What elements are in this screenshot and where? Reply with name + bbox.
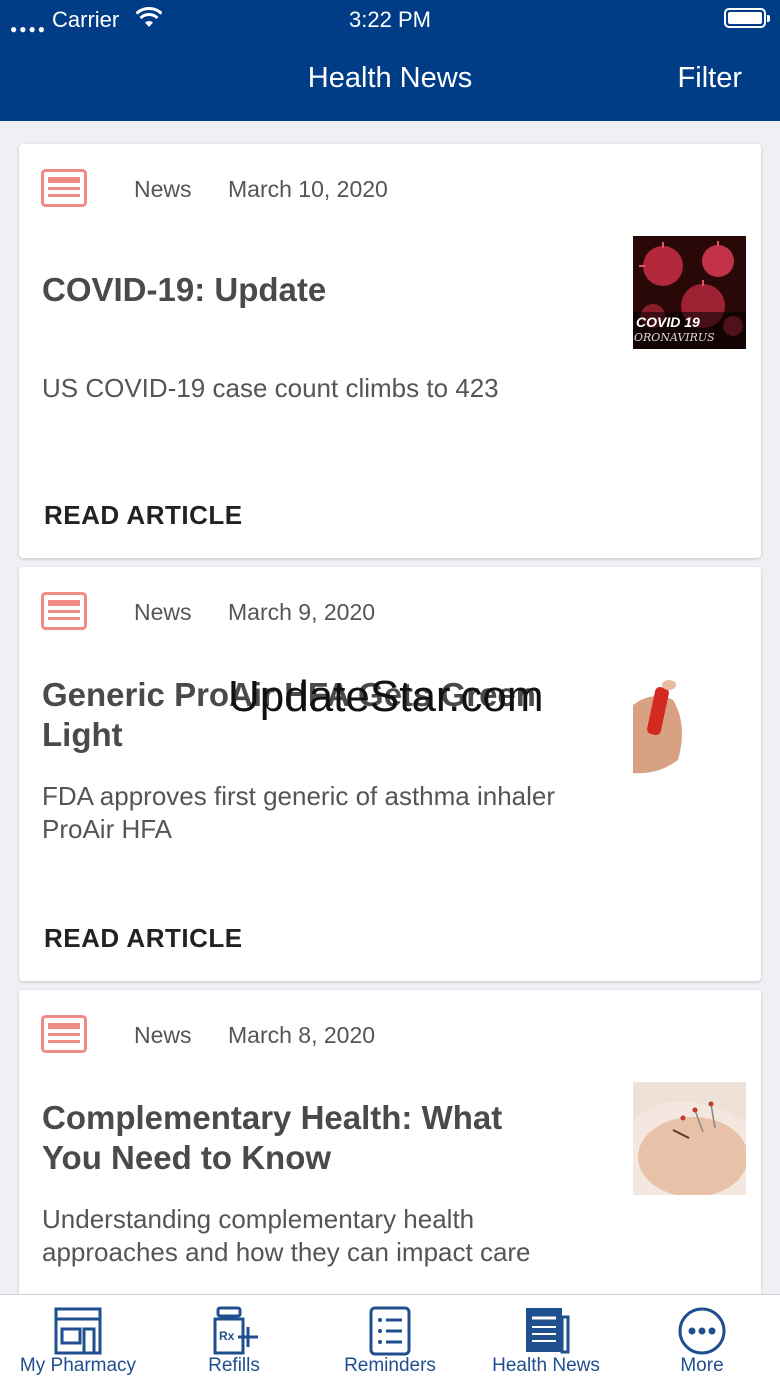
newspaper-icon [41,169,87,207]
tab-health-news[interactable]: Health News [468,1295,624,1387]
article-description: Understanding complementary health appro… [42,1204,531,1267]
article-thumbnail-inhaler [633,665,746,778]
tab-label: My Pharmacy [19,1355,137,1376]
article-card[interactable]: News March 8, 2020 Complementary Health:… [19,990,761,1320]
tab-reminders[interactable]: Reminders [312,1295,468,1387]
article-card[interactable]: News March 9, 2020 Generic ProAir HFA Ge… [19,567,761,981]
battery-icon [724,8,770,28]
status-bar: ●●●● Carrier 3:22 PM [0,0,780,40]
tab-more[interactable]: More [624,1295,780,1387]
nav-header: ●●●● Carrier 3:22 PM Health News Filter [0,0,780,121]
tab-label: More [680,1355,724,1376]
read-article-button[interactable]: READ ARTICLE [44,500,243,531]
tab-bar: My Pharmacy Rx Refills Reminders Health … [0,1294,780,1387]
more-icon [678,1307,726,1355]
read-article-button[interactable]: READ ARTICLE [44,923,243,954]
article-category: News [134,1022,192,1048]
newspaper-icon [41,1015,87,1053]
svg-text:Rx: Rx [219,1329,235,1343]
thumb-caption-sub: ORONAVIRUS [634,331,715,344]
tab-label: Reminders [344,1355,436,1376]
article-category: News [134,599,192,625]
article-date: March 9, 2020 [228,599,376,625]
article-thumbnail-acupuncture [633,1082,746,1195]
article-title: Complementary Health: What You Need to K… [42,1099,503,1176]
newspaper-icon [41,592,87,630]
pharmacy-icon [54,1307,102,1355]
article-description: FDA approves first generic of asthma inh… [42,781,556,844]
article-date: March 8, 2020 [228,1022,376,1048]
rx-refill-icon: Rx [213,1306,258,1355]
page-title: Health News [307,62,473,94]
tab-label: Refills [208,1355,260,1376]
article-description: US COVID-19 case count climbs to 423 [42,373,499,403]
tab-my-pharmacy[interactable]: My Pharmacy [0,1295,156,1387]
article-date: March 10, 2020 [228,176,388,202]
filter-button[interactable]: Filter [678,62,742,95]
article-thumbnail-covid: COVID 19 ORONAVIRUS [633,236,746,349]
newspaper-icon [526,1308,570,1354]
clock: 3:22 PM [349,7,431,32]
watermark: UpdateStar.com [228,672,544,721]
tab-refills[interactable]: Rx Refills [156,1295,312,1387]
article-card[interactable]: News March 10, 2020 COVID-19: Update US … [19,144,761,558]
thumb-caption: COVID 19 [636,314,700,330]
tab-label: Health News [492,1355,600,1376]
article-category: News [134,176,192,202]
checklist-icon [369,1306,411,1356]
article-title: COVID-19: Update [42,271,327,308]
